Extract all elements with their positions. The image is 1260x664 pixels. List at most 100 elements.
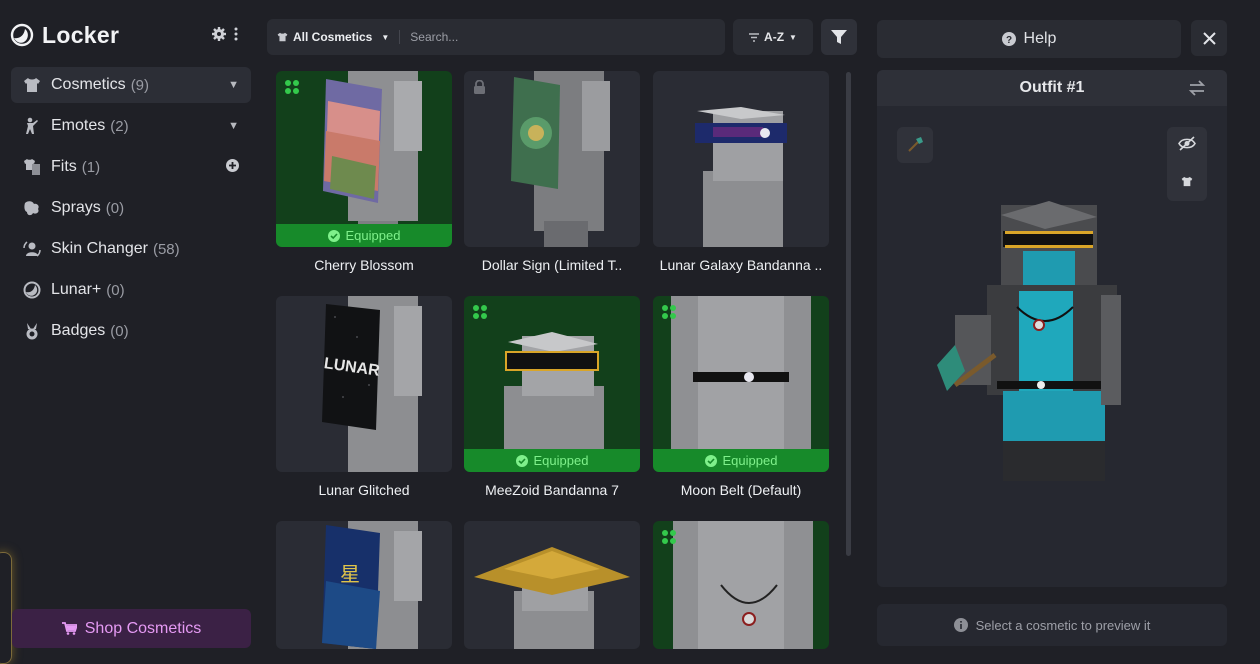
close-icon	[1202, 31, 1216, 45]
skin-changer-icon	[23, 240, 41, 258]
grid-scrollbar[interactable]	[846, 72, 851, 556]
sidebar-item-label: Fits	[51, 158, 77, 175]
cosmetic-name: MeeZoid Bandanna 7	[485, 482, 619, 498]
character-model	[937, 201, 1121, 481]
swap-icon[interactable]	[1188, 80, 1206, 101]
grid-tag-icon	[662, 530, 676, 549]
check-circle-icon	[704, 454, 717, 467]
sidebar-item-count: (58)	[152, 240, 180, 258]
outfit-header: Outfit #1	[877, 70, 1227, 106]
cosmetic-preview	[671, 296, 811, 472]
help-label: Help	[1023, 30, 1057, 47]
sidebar-item-sprays[interactable]: Sprays (0)	[11, 190, 251, 226]
equipped-badge: Equipped	[464, 449, 640, 472]
cosmetic-preview	[673, 521, 813, 649]
hide-icon[interactable]	[1178, 136, 1196, 156]
cosmetic-preview	[695, 107, 787, 247]
equipped-label: Equipped	[533, 453, 589, 468]
cosmetic-card-straw-hat[interactable]	[464, 521, 640, 649]
sidebar-tools	[212, 27, 238, 41]
equipped-label: Equipped	[345, 228, 401, 243]
badge-icon	[23, 322, 41, 340]
more-vertical-icon[interactable]	[234, 27, 238, 41]
cosmetic-card-star-cape[interactable]: 星	[276, 521, 452, 649]
chevron-down-icon[interactable]: ▼	[228, 120, 239, 132]
sidebar-item-cosmetics[interactable]: Cosmetics (9) ▼	[11, 67, 251, 103]
sidebar-item-emotes[interactable]: Emotes (2) ▼	[11, 108, 251, 144]
cosmetic-card-necklace[interactable]	[653, 521, 829, 649]
cosmetic-card-lunar-galaxy-bandanna[interactable]	[653, 71, 829, 247]
cosmetic-name: Lunar Glitched	[318, 482, 410, 498]
svg-text:?: ?	[1005, 35, 1011, 46]
grid-tag-icon	[285, 80, 299, 99]
shop-cosmetics-label: Shop Cosmetics	[84, 619, 202, 637]
filter-button[interactable]	[821, 19, 857, 55]
cosmetic-preview	[474, 547, 630, 649]
grid-tag-icon	[662, 305, 676, 324]
sort-icon	[749, 32, 760, 42]
app-logo: Locker	[10, 20, 119, 50]
sidebar-item-fits[interactable]: Fits (1)	[11, 149, 251, 185]
edge-glow	[0, 552, 12, 664]
cosmetic-name: Dollar Sign (Limited T..	[481, 257, 623, 273]
cosmetic-name: Cherry Blossom	[314, 257, 414, 273]
chevron-down-icon: ▼	[789, 32, 797, 42]
equipped-badge: Equipped	[653, 449, 829, 472]
cosmetic-card-moon-belt[interactable]: Equipped	[653, 296, 829, 472]
lunar-logo-icon	[10, 23, 34, 47]
sort-dropdown[interactable]: A-Z ▼	[733, 19, 813, 55]
cart-icon	[61, 622, 77, 635]
sidebar-nav: Cosmetics (9) ▼ Emotes (2) ▼ Fits (1) Sp…	[11, 67, 251, 354]
shirt-icon[interactable]	[1181, 174, 1193, 192]
cosmetic-preview	[504, 332, 604, 472]
close-button[interactable]	[1191, 20, 1227, 56]
outfit-title: Outfit #1	[1019, 79, 1085, 96]
sidebar-item-badges[interactable]: Badges (0)	[11, 313, 251, 349]
sort-label: A-Z	[764, 30, 785, 44]
cosmetic-card-cherry-blossom[interactable]: Equipped	[276, 71, 452, 247]
sidebar-item-count: (1)	[81, 158, 101, 176]
axe-icon	[908, 137, 923, 152]
cosmetic-card-lunar-glitched[interactable]: LUNAR	[276, 296, 452, 472]
cosmetic-name: Lunar Galaxy Bandanna ..	[659, 257, 823, 273]
lock-icon	[473, 79, 486, 99]
sidebar-item-label: Cosmetics	[51, 76, 126, 93]
cosmetic-preview: 星	[322, 521, 422, 649]
lunar-plus-icon	[23, 281, 41, 299]
spray-icon	[23, 199, 41, 217]
sidebar-item-count: (0)	[110, 322, 129, 340]
check-circle-icon	[327, 229, 340, 242]
shop-cosmetics-button[interactable]: Shop Cosmetics	[12, 609, 251, 648]
emote-icon	[23, 117, 41, 135]
sidebar-item-count: (9)	[130, 76, 150, 94]
category-dropdown[interactable]: All Cosmetics ▼	[277, 30, 401, 44]
preview-hint-text: Select a cosmetic to preview it	[975, 617, 1151, 633]
info-icon	[953, 618, 968, 632]
emote-toggle-button[interactable]	[897, 127, 933, 163]
add-icon[interactable]	[226, 159, 239, 175]
cosmetic-preview	[323, 71, 422, 247]
check-circle-icon	[515, 454, 528, 467]
cosmetic-card-meezoid-bandanna[interactable]: Equipped	[464, 296, 640, 472]
search-input[interactable]: Search...	[410, 30, 458, 44]
cosmetic-preview: LUNAR	[322, 296, 422, 472]
sidebar-item-label: Sprays	[51, 199, 101, 216]
cosmetic-card-dollar-sign[interactable]	[464, 71, 640, 247]
sidebar-item-label: Badges	[51, 322, 106, 339]
sidebar-item-label: Skin Changer	[51, 240, 148, 257]
sidebar-item-skin-changer[interactable]: Skin Changer (58)	[11, 231, 251, 267]
sidebar-item-label: Emotes	[51, 117, 106, 134]
filter-icon	[831, 29, 847, 44]
cosmetic-preview	[511, 71, 610, 247]
cape-text: 星	[340, 562, 360, 586]
gear-icon[interactable]	[212, 27, 226, 41]
chevron-down-icon[interactable]: ▼	[228, 79, 239, 91]
equipped-badge: Equipped	[276, 224, 452, 247]
grid-tag-icon	[473, 305, 487, 324]
shirt-icon	[277, 32, 288, 42]
sidebar-item-lunar-plus[interactable]: Lunar+ (0)	[11, 272, 251, 308]
chevron-down-icon: ▼	[381, 32, 390, 42]
help-button[interactable]: ? Help	[877, 20, 1181, 58]
preview-hint: Select a cosmetic to preview it	[877, 604, 1227, 646]
shirt-icon	[23, 76, 41, 94]
